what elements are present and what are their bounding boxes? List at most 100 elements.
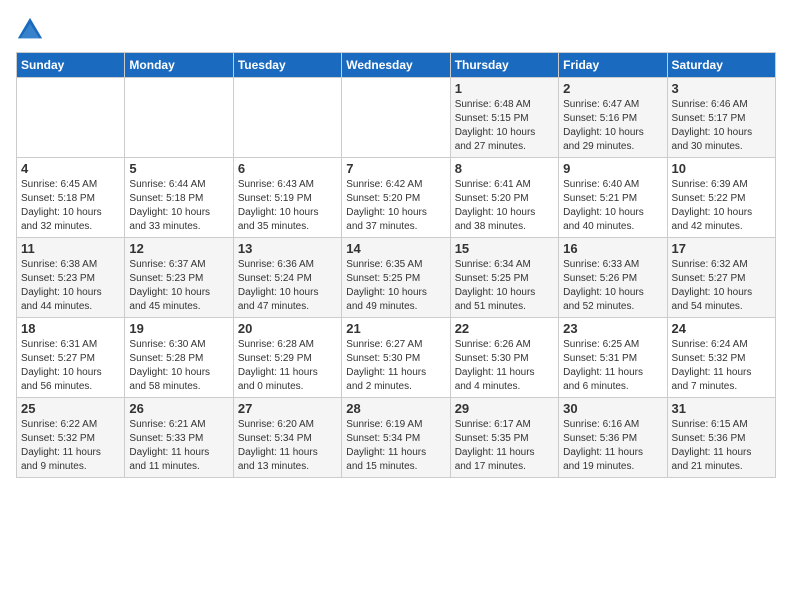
day-number: 29 <box>455 401 554 416</box>
calendar-cell: 27 Sunrise: 6:20 AMSunset: 5:34 PMDayligh… <box>233 398 341 478</box>
calendar-cell: 18 Sunrise: 6:31 AMSunset: 5:27 PMDayligh… <box>17 318 125 398</box>
page-header <box>16 16 776 44</box>
day-info: Sunrise: 6:36 AMSunset: 5:24 PMDaylight:… <box>238 258 337 314</box>
calendar-cell: 4 Sunrise: 6:45 AMSunset: 5:18 PMDaylight… <box>17 158 125 238</box>
day-number: 8 <box>455 161 554 176</box>
day-number: 31 <box>672 401 771 416</box>
calendar-cell: 13 Sunrise: 6:36 AMSunset: 5:24 PMDayligh… <box>233 238 341 318</box>
calendar-cell: 21 Sunrise: 6:27 AMSunset: 5:30 PMDayligh… <box>342 318 450 398</box>
calendar-cell: 31Sunrise: 6:15 AMSunset: 5:36 PMDayligh… <box>667 398 775 478</box>
calendar-cell: 1 Sunrise: 6:48 AMSunset: 5:15 PMDaylight… <box>450 78 558 158</box>
day-info: Sunrise: 6:21 AMSunset: 5:33 PMDaylight:… <box>129 418 228 474</box>
day-info: Sunrise: 6:17 AMSunset: 5:35 PMDaylight:… <box>455 418 554 474</box>
day-info: Sunrise: 6:43 AMSunset: 5:19 PMDaylight:… <box>238 178 337 234</box>
day-number: 14 <box>346 241 445 256</box>
calendar-header-thursday: Thursday <box>450 53 558 78</box>
calendar-cell <box>342 78 450 158</box>
calendar-cell: 5 Sunrise: 6:44 AMSunset: 5:18 PMDaylight… <box>125 158 233 238</box>
calendar-cell: 25 Sunrise: 6:22 AMSunset: 5:32 PMDayligh… <box>17 398 125 478</box>
day-number: 16 <box>563 241 662 256</box>
day-number: 9 <box>563 161 662 176</box>
day-info: Sunrise: 6:24 AMSunset: 5:32 PMDaylight:… <box>672 338 771 394</box>
calendar-header-monday: Monday <box>125 53 233 78</box>
day-info: Sunrise: 6:46 AMSunset: 5:17 PMDaylight:… <box>672 98 771 154</box>
calendar-cell: 2Sunrise: 6:47 AMSunset: 5:16 PMDaylight… <box>559 78 667 158</box>
day-number: 10 <box>672 161 771 176</box>
day-number: 27 <box>238 401 337 416</box>
day-info: Sunrise: 6:27 AMSunset: 5:30 PMDaylight:… <box>346 338 445 394</box>
day-number: 7 <box>346 161 445 176</box>
calendar-week-5: 25 Sunrise: 6:22 AMSunset: 5:32 PMDayligh… <box>17 398 776 478</box>
calendar-header-wednesday: Wednesday <box>342 53 450 78</box>
calendar-cell: 28Sunrise: 6:19 AMSunset: 5:34 PMDayligh… <box>342 398 450 478</box>
calendar-cell <box>17 78 125 158</box>
day-number: 19 <box>129 321 228 336</box>
day-number: 24 <box>672 321 771 336</box>
day-info: Sunrise: 6:30 AMSunset: 5:28 PMDaylight:… <box>129 338 228 394</box>
day-number: 13 <box>238 241 337 256</box>
calendar-cell: 22 Sunrise: 6:26 AMSunset: 5:30 PMDayligh… <box>450 318 558 398</box>
calendar-cell <box>233 78 341 158</box>
calendar-cell: 24 Sunrise: 6:24 AMSunset: 5:32 PMDayligh… <box>667 318 775 398</box>
day-info: Sunrise: 6:32 AMSunset: 5:27 PMDaylight:… <box>672 258 771 314</box>
day-info: Sunrise: 6:48 AMSunset: 5:15 PMDaylight:… <box>455 98 554 154</box>
calendar-cell: 10Sunrise: 6:39 AMSunset: 5:22 PMDayligh… <box>667 158 775 238</box>
day-number: 4 <box>21 161 120 176</box>
calendar-cell: 30 Sunrise: 6:16 AMSunset: 5:36 PMDayligh… <box>559 398 667 478</box>
day-number: 26 <box>129 401 228 416</box>
logo-icon <box>16 16 44 44</box>
calendar-header-row: SundayMondayTuesdayWednesdayThursdayFrid… <box>17 53 776 78</box>
day-info: Sunrise: 6:34 AMSunset: 5:25 PMDaylight:… <box>455 258 554 314</box>
calendar-header-friday: Friday <box>559 53 667 78</box>
day-info: Sunrise: 6:26 AMSunset: 5:30 PMDaylight:… <box>455 338 554 394</box>
day-info: Sunrise: 6:47 AMSunset: 5:16 PMDaylight:… <box>563 98 662 154</box>
day-number: 5 <box>129 161 228 176</box>
day-info: Sunrise: 6:19 AMSunset: 5:34 PMDaylight:… <box>346 418 445 474</box>
day-number: 1 <box>455 81 554 96</box>
day-info: Sunrise: 6:42 AMSunset: 5:20 PMDaylight:… <box>346 178 445 234</box>
calendar-cell: 20 Sunrise: 6:28 AMSunset: 5:29 PMDayligh… <box>233 318 341 398</box>
calendar-cell: 19 Sunrise: 6:30 AMSunset: 5:28 PMDayligh… <box>125 318 233 398</box>
calendar-header-saturday: Saturday <box>667 53 775 78</box>
calendar-cell: 29 Sunrise: 6:17 AMSunset: 5:35 PMDayligh… <box>450 398 558 478</box>
calendar-cell: 7 Sunrise: 6:42 AMSunset: 5:20 PMDaylight… <box>342 158 450 238</box>
day-number: 25 <box>21 401 120 416</box>
calendar-header-tuesday: Tuesday <box>233 53 341 78</box>
day-info: Sunrise: 6:41 AMSunset: 5:20 PMDaylight:… <box>455 178 554 234</box>
calendar-cell: 16 Sunrise: 6:33 AMSunset: 5:26 PMDayligh… <box>559 238 667 318</box>
calendar-cell <box>125 78 233 158</box>
day-number: 22 <box>455 321 554 336</box>
day-info: Sunrise: 6:38 AMSunset: 5:23 PMDaylight:… <box>21 258 120 314</box>
day-number: 20 <box>238 321 337 336</box>
day-number: 15 <box>455 241 554 256</box>
calendar-cell: 11 Sunrise: 6:38 AMSunset: 5:23 PMDayligh… <box>17 238 125 318</box>
day-info: Sunrise: 6:31 AMSunset: 5:27 PMDaylight:… <box>21 338 120 394</box>
day-info: Sunrise: 6:22 AMSunset: 5:32 PMDaylight:… <box>21 418 120 474</box>
calendar-cell: 26 Sunrise: 6:21 AMSunset: 5:33 PMDayligh… <box>125 398 233 478</box>
calendar-cell: 3 Sunrise: 6:46 AMSunset: 5:17 PMDaylight… <box>667 78 775 158</box>
logo <box>16 16 48 44</box>
day-info: Sunrise: 6:33 AMSunset: 5:26 PMDaylight:… <box>563 258 662 314</box>
day-number: 23 <box>563 321 662 336</box>
day-info: Sunrise: 6:28 AMSunset: 5:29 PMDaylight:… <box>238 338 337 394</box>
day-number: 17 <box>672 241 771 256</box>
day-number: 3 <box>672 81 771 96</box>
calendar-cell: 6 Sunrise: 6:43 AMSunset: 5:19 PMDaylight… <box>233 158 341 238</box>
calendar-cell: 8 Sunrise: 6:41 AMSunset: 5:20 PMDaylight… <box>450 158 558 238</box>
calendar-cell: 9Sunrise: 6:40 AMSunset: 5:21 PMDaylight… <box>559 158 667 238</box>
calendar-week-4: 18 Sunrise: 6:31 AMSunset: 5:27 PMDayligh… <box>17 318 776 398</box>
day-info: Sunrise: 6:44 AMSunset: 5:18 PMDaylight:… <box>129 178 228 234</box>
day-info: Sunrise: 6:45 AMSunset: 5:18 PMDaylight:… <box>21 178 120 234</box>
calendar-week-3: 11 Sunrise: 6:38 AMSunset: 5:23 PMDayligh… <box>17 238 776 318</box>
calendar-table: SundayMondayTuesdayWednesdayThursdayFrid… <box>16 52 776 478</box>
day-number: 18 <box>21 321 120 336</box>
day-info: Sunrise: 6:16 AMSunset: 5:36 PMDaylight:… <box>563 418 662 474</box>
day-number: 11 <box>21 241 120 256</box>
day-info: Sunrise: 6:25 AMSunset: 5:31 PMDaylight:… <box>563 338 662 394</box>
day-number: 21 <box>346 321 445 336</box>
calendar-week-2: 4 Sunrise: 6:45 AMSunset: 5:18 PMDaylight… <box>17 158 776 238</box>
day-info: Sunrise: 6:20 AMSunset: 5:34 PMDaylight:… <box>238 418 337 474</box>
day-info: Sunrise: 6:37 AMSunset: 5:23 PMDaylight:… <box>129 258 228 314</box>
day-number: 6 <box>238 161 337 176</box>
day-number: 30 <box>563 401 662 416</box>
